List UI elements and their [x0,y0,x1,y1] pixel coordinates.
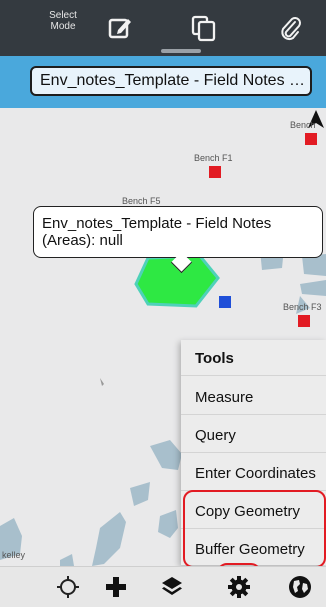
drag-handle[interactable] [161,49,201,53]
settings-icon[interactable] [227,575,251,599]
bottom-toolbar [0,566,326,607]
select-mode-label-line2: Mode [50,21,76,32]
menu-item-enter-coordinates-label: Enter Coordinates [195,465,316,482]
map-label-bench-f5: Bench F5 [122,196,161,206]
layer-title-text: Env_notes_Template - Field Notes (Ar... [40,72,308,89]
menu-item-query-label: Query [195,427,236,444]
menu-item-enter-coordinates[interactable]: Enter Coordinates [181,455,326,491]
add-icon[interactable] [104,575,128,599]
menu-item-query[interactable]: Query [181,417,326,453]
select-mode-button[interactable]: Select Mode [38,10,88,32]
layer-title-field[interactable]: Env_notes_Template - Field Notes (Ar... [30,66,312,96]
map-label-bench-f3: Bench F3 [283,302,322,312]
bench-marker[interactable] [305,133,317,145]
location-icon[interactable] [56,575,80,599]
bench-f1-marker[interactable] [209,166,221,178]
geometry-tools-highlight [183,490,326,568]
callout-text: Env_notes_Template - Field Notes (Areas)… [42,215,272,249]
tools-menu-header-label: Tools [195,350,234,367]
menu-item-measure-label: Measure [195,389,254,406]
tools-menu-header: Tools [181,340,326,376]
menu-item-measure[interactable]: Measure [181,379,326,415]
select-mode-label-line1: Select [49,10,77,21]
feature-callout[interactable]: Env_notes_Template - Field Notes (Areas)… [33,206,323,274]
selected-point-marker[interactable] [219,296,231,308]
attach-icon[interactable] [276,14,304,42]
map-label-bench: Bench [290,120,316,130]
layers-icon[interactable] [160,575,184,599]
copy-icon[interactable] [190,14,218,42]
edit-icon[interactable] [106,14,134,42]
basemap-globe-icon[interactable] [288,575,312,599]
bench-f3-marker[interactable] [298,315,310,327]
top-toolbar: Select Mode [0,0,326,56]
map-label-kelley: kelley [2,550,26,560]
map-label-bench-f1: Bench F1 [194,153,233,163]
